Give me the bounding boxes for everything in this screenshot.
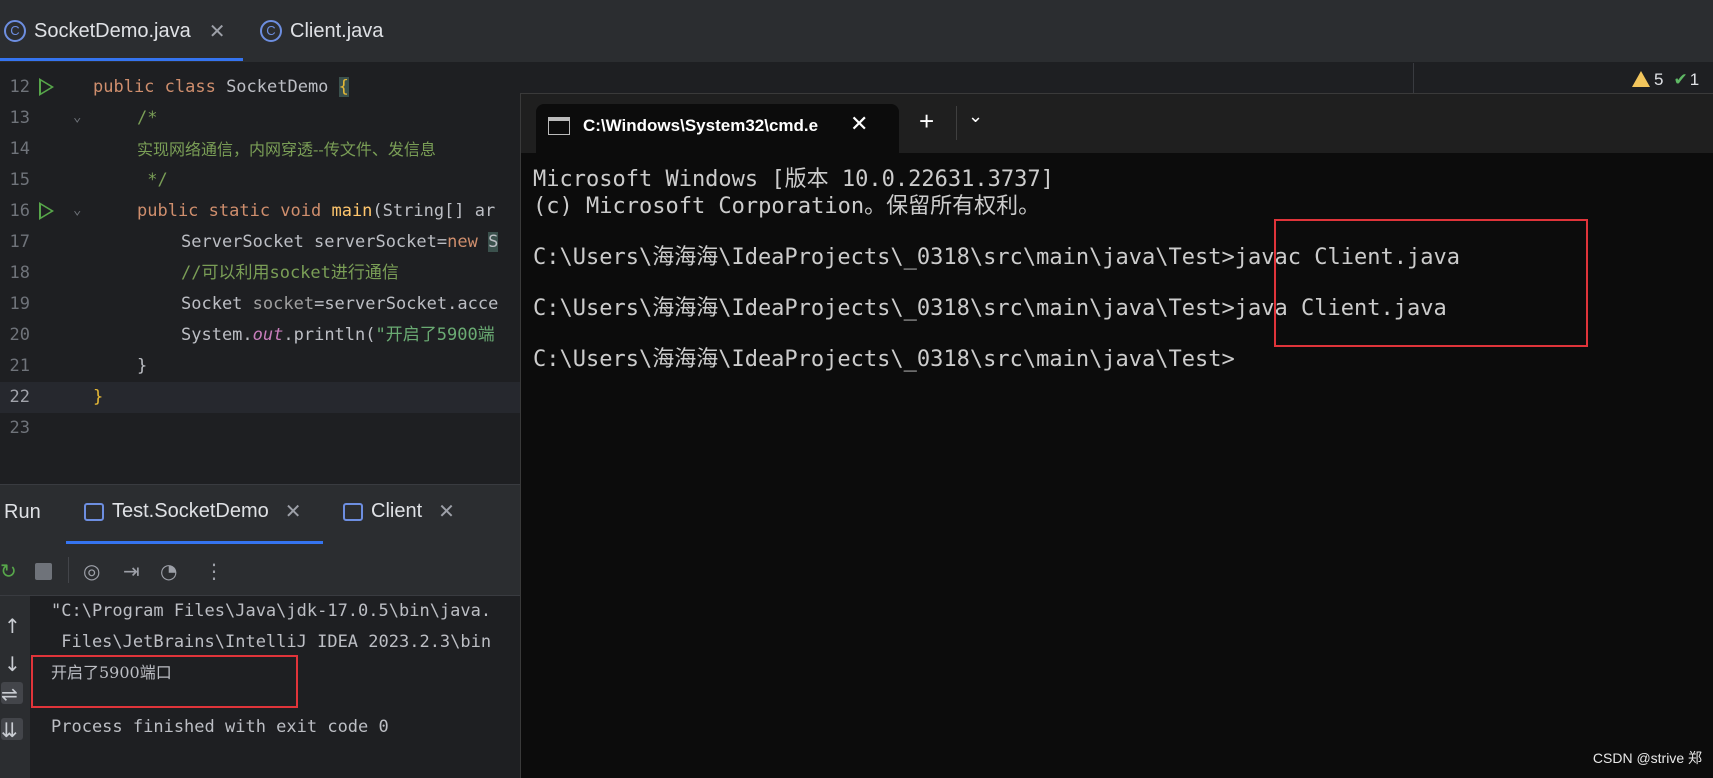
inspections-widget[interactable]: 5 ✔ 1: [1632, 70, 1699, 90]
active-run-tab-indicator: [66, 541, 323, 544]
more-icon[interactable]: ⋮: [204, 559, 224, 583]
code-token: (String[] ar: [372, 201, 496, 221]
line-number: 23: [9, 418, 30, 438]
gauge-icon[interactable]: ◔: [160, 559, 177, 583]
camera-icon[interactable]: ◎: [83, 559, 100, 583]
code-token: public static void: [137, 201, 332, 221]
line-number: 19: [9, 294, 30, 314]
cmd-line: C:\Users\海海海\IdeaProjects\_0318\src\main…: [533, 347, 1235, 372]
code-token: //可以利用socket进行通信: [181, 263, 399, 283]
console-line: Files\JetBrains\IntelliJ IDEA 2023.2.3\b…: [51, 632, 492, 652]
cmd-titlebar: C:\Windows\System32\cmd.e ✕ + ⌄: [521, 94, 1713, 153]
warning-icon: [1632, 71, 1650, 87]
run-toolbar: ↻ ◎ ⇥ ◔ ⋮: [0, 545, 520, 596]
line-number: 17: [9, 232, 30, 252]
code-token: System.: [181, 325, 253, 345]
run-config-icon: [343, 502, 363, 521]
line-number: 18: [9, 263, 30, 283]
code-token: /*: [137, 108, 158, 128]
tab-label: SocketDemo.java: [34, 19, 191, 42]
titlebar-divider: [956, 106, 957, 140]
tab-label: Client.java: [290, 19, 384, 42]
fold-icon[interactable]: ⌄: [73, 109, 81, 125]
console-side-toolbar: ↑ ↓ ⇌ ⇊: [0, 596, 30, 778]
close-icon[interactable]: ✕: [850, 112, 868, 137]
line-number: 14: [9, 139, 30, 159]
line-number: 22: [9, 387, 30, 407]
code-token: =serverSocket.acce: [314, 294, 499, 314]
code-token: "开启了5900端: [375, 325, 495, 345]
code-token: socket: [252, 294, 315, 314]
run-config-icon: [84, 502, 104, 521]
line-number: 12: [9, 77, 30, 97]
code-token: new: [447, 232, 489, 252]
java-class-icon: C: [4, 20, 26, 42]
run-tab-client[interactable]: Client ✕: [343, 499, 455, 524]
run-gutter-icon[interactable]: [39, 78, 54, 96]
editor-divider: [1413, 63, 1414, 93]
code-token: out: [252, 325, 284, 345]
run-tool-window: Run Test.SocketDemo ✕ Client ✕ ↻ ◎ ⇥ ◔ ⋮…: [0, 484, 520, 778]
chevron-down-icon[interactable]: ⌄: [968, 106, 983, 127]
exit-icon[interactable]: ⇥: [123, 559, 140, 583]
tab-socketdemo-java[interactable]: C SocketDemo.java ✕: [4, 0, 226, 62]
cmd-line: (c) Microsoft Corporation。保留所有权利。: [533, 194, 1041, 219]
code-token: }: [93, 387, 104, 407]
run-tab-test-socketdemo[interactable]: Test.SocketDemo ✕: [84, 499, 302, 524]
warning-count: 5: [1654, 70, 1664, 89]
code-token: .println(: [283, 325, 376, 345]
cmd-tab[interactable]: C:\Windows\System32\cmd.e ✕: [536, 104, 899, 153]
code-token: */: [137, 170, 168, 190]
toolbar-divider: [68, 557, 69, 583]
arrow-up-icon[interactable]: ↑: [4, 614, 21, 638]
code-token: Socket: [181, 294, 253, 314]
editor-tab-bar: C SocketDemo.java ✕ C Client.java: [0, 0, 1713, 63]
code-token: SocketDemo: [226, 77, 339, 97]
scroll-to-end-icon[interactable]: ⇊: [1, 718, 23, 742]
ok-count: 1: [1689, 70, 1700, 89]
code-token: ServerSocket serverSocket=: [181, 232, 448, 252]
watermark: CSDN @strive 郑: [1592, 750, 1702, 766]
run-tab-label: Client: [371, 500, 423, 522]
new-tab-icon[interactable]: +: [919, 108, 934, 134]
code-token: main: [331, 201, 373, 221]
active-tab-indicator: [0, 58, 243, 61]
line-number: 20: [9, 325, 30, 345]
line-number: 13: [9, 108, 30, 128]
terminal-icon: [548, 117, 570, 135]
soft-wrap-icon[interactable]: ⇌: [1, 682, 23, 706]
stop-icon[interactable]: [35, 563, 52, 580]
line-number: 21: [9, 356, 30, 376]
run-title: Run: [4, 501, 41, 523]
tab-client-java[interactable]: C Client.java: [260, 0, 383, 62]
cmd-tab-title: C:\Windows\System32\cmd.e: [583, 116, 819, 135]
close-icon[interactable]: ✕: [285, 499, 302, 524]
close-icon[interactable]: ✕: [209, 19, 226, 44]
arrow-down-icon[interactable]: ↓: [4, 652, 21, 676]
code-token: public class: [93, 77, 227, 97]
run-gutter-icon[interactable]: [39, 202, 54, 220]
rerun-icon[interactable]: ↻: [0, 559, 17, 583]
check-icon: ✔: [1673, 70, 1688, 89]
cmd-window: C:\Windows\System32\cmd.e ✕ + ⌄ Microsof…: [520, 93, 1713, 778]
highlight-box-commands: [1274, 219, 1588, 347]
highlight-box-console: [31, 655, 298, 708]
code-token: 实现网络通信，内网穿透--传文件、发信息: [137, 140, 436, 159]
close-icon[interactable]: ✕: [438, 499, 455, 524]
run-header: Run Test.SocketDemo ✕ Client ✕: [0, 485, 520, 545]
console-line: "C:\Program Files\Java\jdk-17.0.5\bin\ja…: [51, 601, 492, 621]
java-class-icon: C: [260, 20, 282, 42]
run-tab-label: Test.SocketDemo: [112, 500, 269, 522]
code-token: {: [338, 77, 349, 97]
line-number: 15: [9, 170, 30, 190]
code-token: }: [137, 356, 148, 376]
line-number: 16: [9, 201, 30, 221]
fold-icon[interactable]: ⌄: [73, 202, 81, 218]
console-line: Process finished with exit code 0: [51, 717, 389, 737]
code-token: S: [488, 232, 499, 252]
